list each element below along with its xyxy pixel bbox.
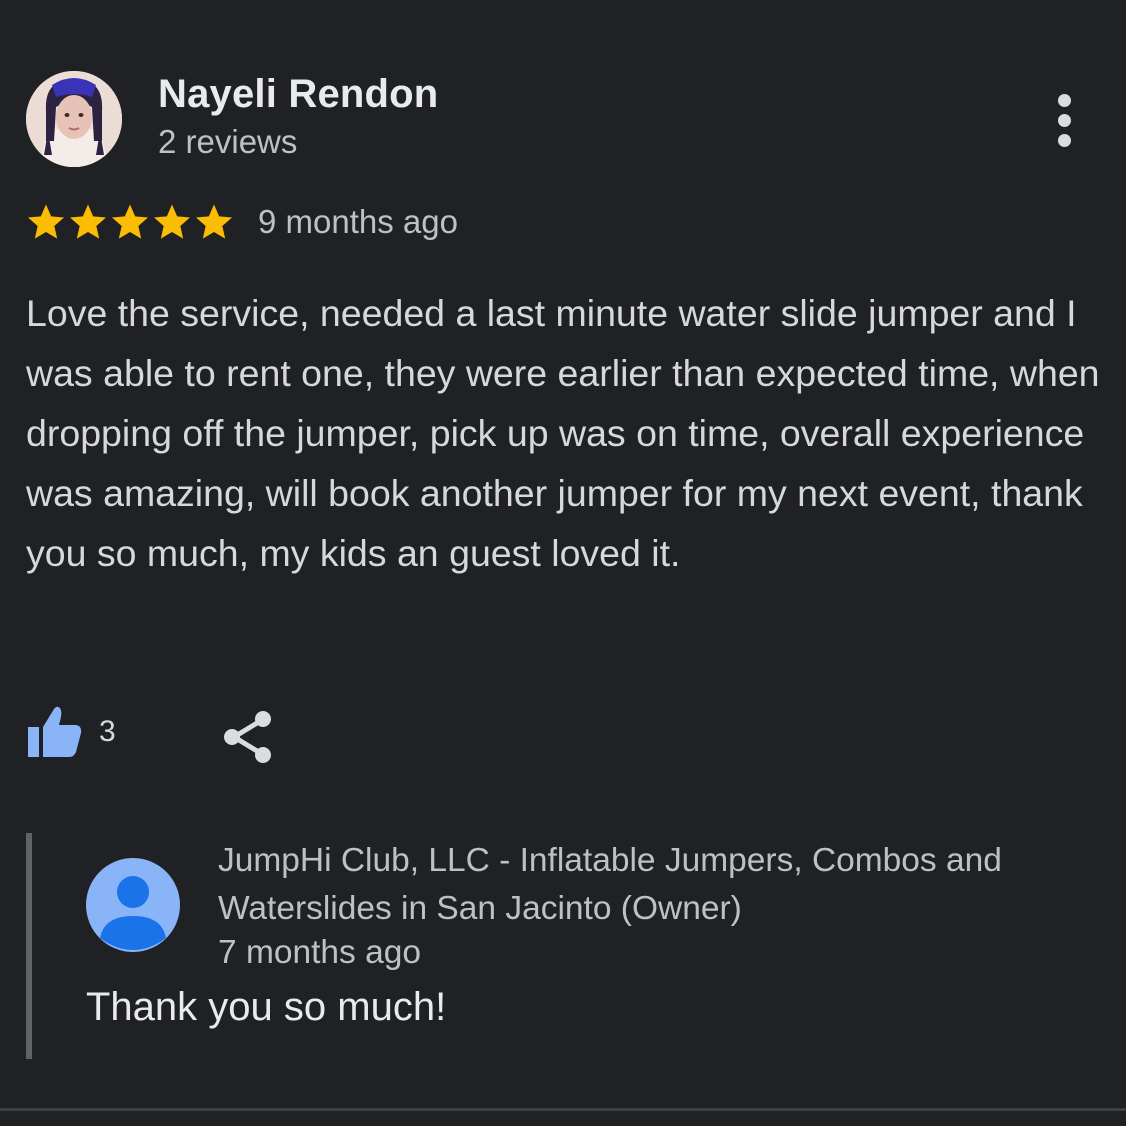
more-options-button[interactable] [1040, 88, 1088, 152]
person-icon [100, 876, 166, 950]
share-icon [224, 711, 271, 763]
user-photo-icon [26, 71, 122, 167]
review-time: 9 months ago [258, 203, 458, 240]
owner-response: JumpHi Club, LLC - Inflatable Jumpers, C… [26, 833, 1106, 1059]
star-icon [196, 204, 232, 239]
like-button[interactable]: 3 [26, 705, 116, 759]
star-icon [154, 204, 190, 239]
star-icon [28, 204, 64, 239]
owner-reply-text: Thank you so much! [86, 985, 447, 1029]
reviewer-avatar[interactable] [26, 71, 122, 167]
divider [0, 1108, 1126, 1111]
owner-avatar[interactable] [86, 858, 180, 952]
star-icon [112, 204, 148, 239]
reviewer-name[interactable]: Nayeli Rendon [158, 72, 438, 117]
share-button[interactable] [222, 710, 274, 764]
star-icon [70, 204, 106, 239]
rating-row: 9 months ago [26, 202, 458, 242]
review-text: Love the service, needed a last minute w… [26, 292, 1100, 574]
owner-response-time: 7 months ago [218, 934, 421, 971]
review-card: Nayeli Rendon 2 reviews 9 months ago Lov… [0, 0, 1126, 1126]
owner-name[interactable]: JumpHi Club, LLC - Inflatable Jumpers, C… [218, 837, 1098, 933]
thumbs-up-icon [28, 706, 82, 757]
star-rating [26, 202, 234, 242]
more-vert-icon [1057, 93, 1071, 107]
reviewer-review-count: 2 reviews [158, 123, 298, 160]
like-count: 3 [99, 715, 116, 748]
